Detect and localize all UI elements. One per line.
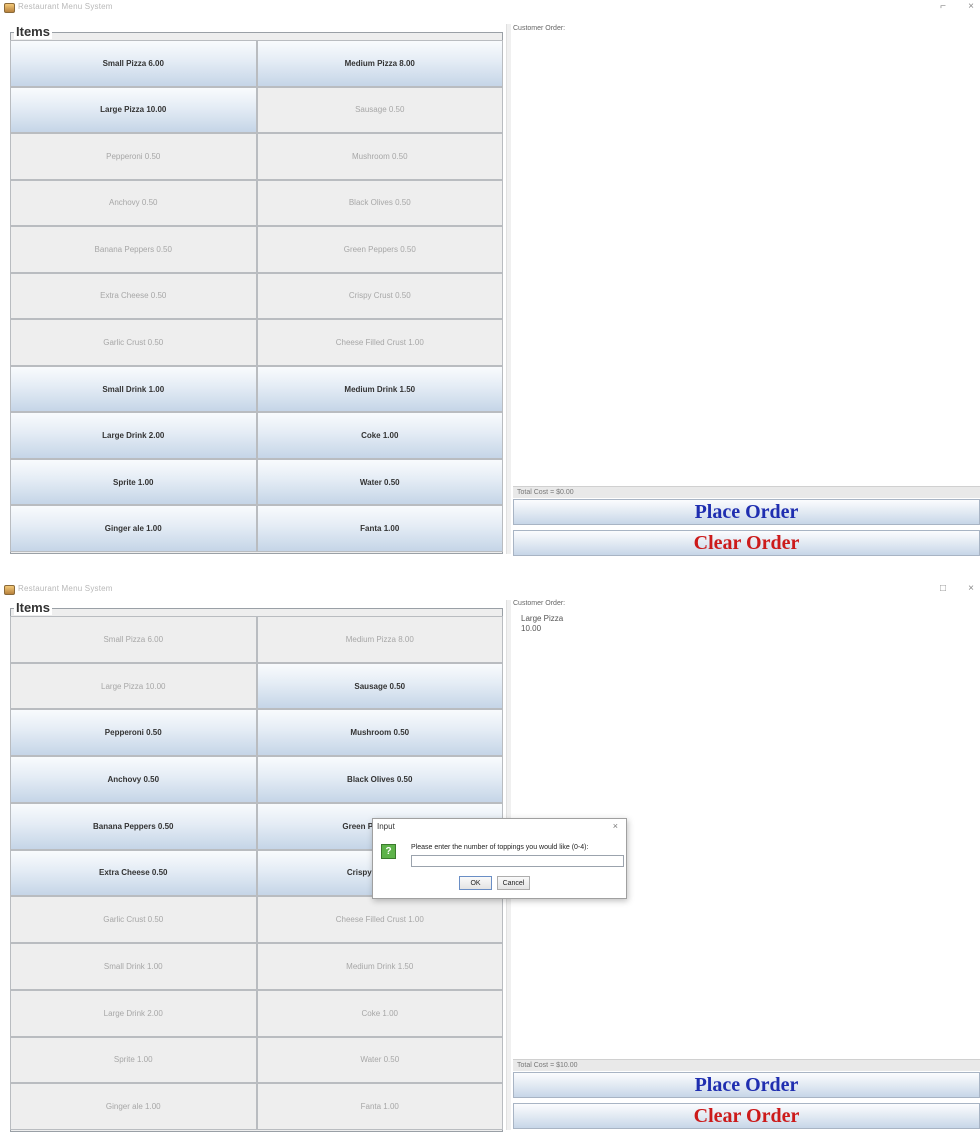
menu-item-green-peppers-button[interactable]: Green Peppers 0.50 — [256, 226, 503, 273]
close-icon[interactable]: × — [968, 2, 974, 12]
menu-item-medium-drink-button[interactable]: Medium Drink 1.50 — [256, 943, 503, 990]
menu-item-coke-button[interactable]: Coke 1.00 — [256, 412, 503, 459]
menu-item-large-drink-button[interactable]: Large Drink 2.00 — [10, 412, 257, 459]
close-icon[interactable]: × — [613, 821, 618, 831]
menu-item-black-olives-button[interactable]: Black Olives 0.50 — [256, 179, 503, 227]
order-line: Large Pizza — [521, 614, 564, 623]
split-divider[interactable] — [506, 24, 511, 554]
dialog-title: Input — [377, 822, 395, 831]
menu-item-crispy-crust-button[interactable]: Crispy Crust 0.50 — [256, 272, 503, 320]
menu-item-anchovy-button[interactable]: Anchovy 0.50 — [10, 756, 257, 803]
place-order-button[interactable]: Place Order — [513, 1072, 980, 1098]
menu-item-mushroom-button[interactable]: Mushroom 0.50 — [256, 133, 503, 180]
menu-item-pepperoni-button[interactable]: Pepperoni 0.50 — [10, 709, 257, 757]
menu-item-large-pizza-button[interactable]: Large Pizza 10.00 — [10, 86, 257, 134]
menu-item-sprite-button[interactable]: Sprite 1.00 — [10, 458, 257, 506]
menu-item-extra-cheese-button[interactable]: Extra Cheese 0.50 — [10, 272, 257, 320]
question-icon: ? — [381, 844, 396, 859]
window-initial-state: Restaurant Menu System ⌐ × Items Small P… — [0, 0, 980, 560]
menu-item-cheese-filled-crust-button[interactable]: Cheese Filled Crust 1.00 — [256, 319, 503, 366]
menu-item-banana-peppers-button[interactable]: Banana Peppers 0.50 — [10, 802, 257, 850]
toppings-input-dialog: Input × ? Please enter the number of top… — [372, 818, 627, 899]
customer-order-textarea[interactable] — [513, 36, 980, 484]
menu-item-medium-pizza-button[interactable]: Medium Pizza 8.00 — [256, 40, 503, 87]
minimize-icon[interactable]: ⌐ — [940, 2, 946, 12]
menu-item-small-pizza-button[interactable]: Small Pizza 6.00 — [10, 40, 257, 87]
window-title: Restaurant Menu System — [18, 584, 113, 593]
menu-item-water-button[interactable]: Water 0.50 — [256, 458, 503, 506]
total-cost-label: Total Cost = $0.00 — [513, 486, 980, 498]
clear-order-button[interactable]: Clear Order — [513, 530, 980, 556]
menu-item-coke-button[interactable]: Coke 1.00 — [256, 989, 503, 1037]
menu-item-large-drink-button[interactable]: Large Drink 2.00 — [10, 989, 257, 1037]
maximize-icon[interactable]: □ — [940, 584, 946, 594]
menu-item-fanta-button[interactable]: Fanta 1.00 — [256, 1083, 503, 1130]
menu-item-fanta-button[interactable]: Fanta 1.00 — [256, 505, 503, 552]
toppings-count-input[interactable] — [411, 855, 624, 867]
menu-item-medium-drink-button[interactable]: Medium Drink 1.50 — [256, 365, 503, 413]
app-icon — [4, 585, 15, 595]
menu-item-sprite-button[interactable]: Sprite 1.00 — [10, 1036, 257, 1084]
menu-item-sausage-button[interactable]: Sausage 0.50 — [256, 86, 503, 134]
menu-item-small-drink-button[interactable]: Small Drink 1.00 — [10, 943, 257, 990]
window-title: Restaurant Menu System — [18, 2, 113, 11]
items-title: Items — [14, 600, 52, 615]
menu-item-ginger-ale-button[interactable]: Ginger ale 1.00 — [10, 1083, 257, 1130]
menu-item-sausage-button[interactable]: Sausage 0.50 — [256, 662, 503, 710]
close-icon[interactable]: × — [968, 584, 974, 594]
clear-order-button[interactable]: Clear Order — [513, 1103, 980, 1129]
menu-item-extra-cheese-button[interactable]: Extra Cheese 0.50 — [10, 849, 257, 897]
menu-item-water-button[interactable]: Water 0.50 — [256, 1036, 503, 1084]
menu-item-mushroom-button[interactable]: Mushroom 0.50 — [256, 709, 503, 757]
dialog-message: Please enter the number of toppings you … — [411, 844, 589, 851]
title-bar[interactable]: Restaurant Menu System ⌐ × — [0, 0, 980, 16]
menu-item-pepperoni-button[interactable]: Pepperoni 0.50 — [10, 133, 257, 180]
items-grid: Small Pizza 6.00 Medium Pizza 8.00 Large P… — [10, 40, 503, 552]
title-bar[interactable]: Restaurant Menu System □ × — [0, 582, 980, 598]
cancel-button[interactable]: Cancel — [497, 876, 530, 890]
customer-order-label: Customer Order: — [513, 25, 566, 32]
menu-item-anchovy-button[interactable]: Anchovy 0.50 — [10, 179, 257, 227]
menu-item-black-olives-button[interactable]: Black Olives 0.50 — [256, 756, 503, 803]
menu-item-ginger-ale-button[interactable]: Ginger ale 1.00 — [10, 505, 257, 552]
total-cost-label: Total Cost = $10.00 — [513, 1059, 980, 1071]
menu-item-small-pizza-button[interactable]: Small Pizza 6.00 — [10, 616, 257, 663]
app-icon — [4, 3, 15, 13]
menu-item-garlic-crust-button[interactable]: Garlic Crust 0.50 — [10, 896, 257, 944]
menu-item-garlic-crust-button[interactable]: Garlic Crust 0.50 — [10, 319, 257, 366]
order-line: 10.00 — [521, 624, 542, 633]
menu-item-medium-pizza-button[interactable]: Medium Pizza 8.00 — [256, 616, 503, 663]
menu-item-small-drink-button[interactable]: Small Drink 1.00 — [10, 365, 257, 413]
items-title: Items — [14, 24, 52, 39]
place-order-button[interactable]: Place Order — [513, 499, 980, 525]
ok-button[interactable]: OK — [459, 876, 492, 890]
customer-order-label: Customer Order: — [513, 600, 566, 607]
menu-item-cheese-filled-crust-button[interactable]: Cheese Filled Crust 1.00 — [256, 896, 503, 944]
menu-item-large-pizza-button[interactable]: Large Pizza 10.00 — [10, 662, 257, 710]
menu-item-banana-peppers-button[interactable]: Banana Peppers 0.50 — [10, 226, 257, 273]
